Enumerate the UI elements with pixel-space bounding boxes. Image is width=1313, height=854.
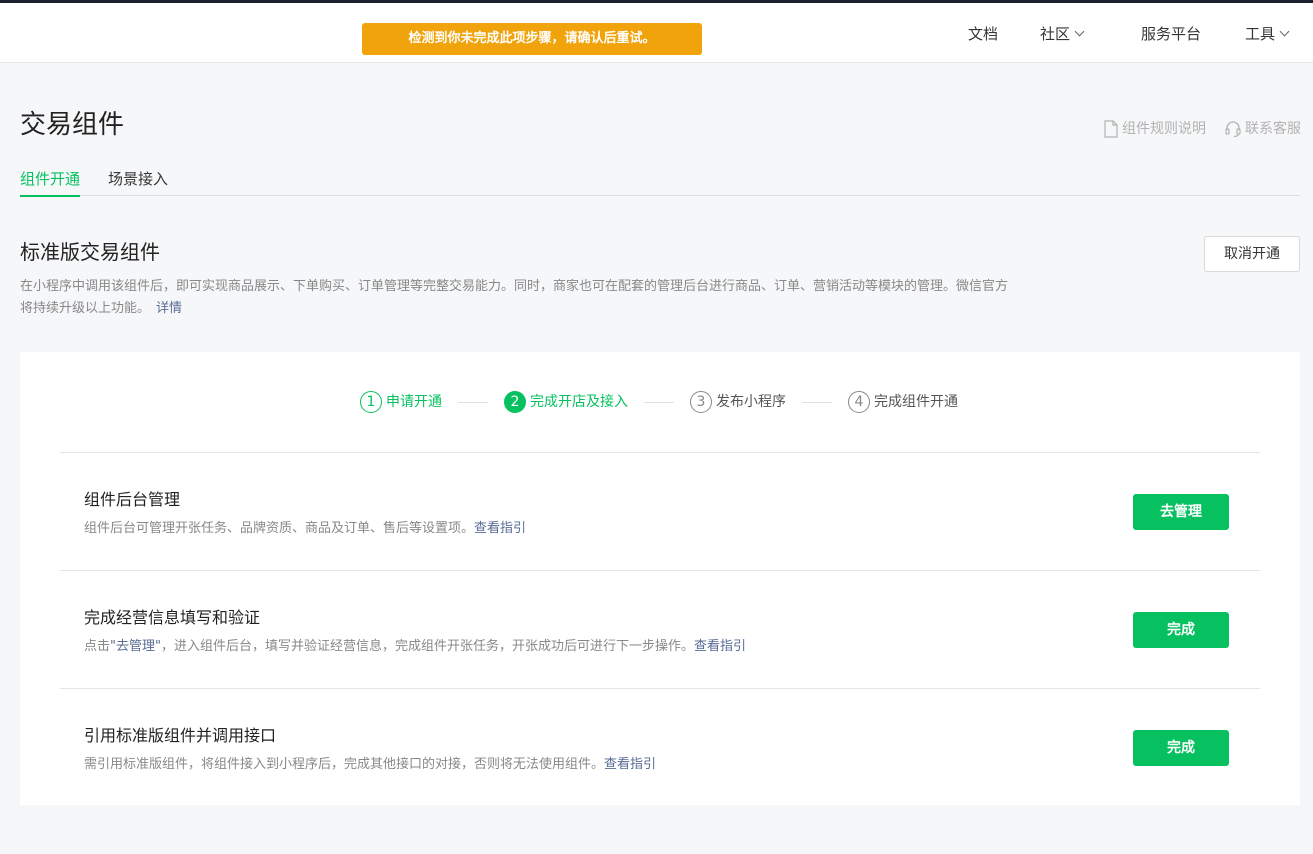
step-connector	[644, 401, 674, 403]
support-link-label: 联系客服	[1245, 121, 1301, 137]
step-connector	[458, 401, 488, 403]
complete-button[interactable]: 完成	[1133, 730, 1229, 766]
rules-link-label: 组件规则说明	[1122, 121, 1206, 137]
task-description: 组件后台可管理开张任务、品牌资质、商品及订单、售后等设置项。查看指引	[84, 519, 526, 539]
step-label: 申请开通	[386, 394, 442, 410]
task-desc-highlight: "去管理"	[110, 639, 161, 654]
details-link[interactable]: 详情	[156, 301, 182, 316]
step-number: 3	[690, 391, 712, 413]
step-1: 1 申请开通	[360, 390, 442, 414]
task-description: 点击"去管理"，进入组件后台，填写并验证经营信息，完成组件开张任务，开张成功后可…	[84, 637, 746, 657]
view-guide-link[interactable]: 查看指引	[604, 757, 656, 772]
task-business-info: 完成经营信息填写和验证 点击"去管理"，进入组件后台，填写并验证经营信息，完成组…	[60, 570, 1260, 688]
step-2: 2 完成开店及接入	[504, 390, 628, 414]
tab-scene-access[interactable]: 场景接入	[108, 169, 168, 195]
warning-toast: 检测到你未完成此项步骤，请确认后重试。	[362, 23, 702, 55]
task-desc-text: 需引用标准版组件，将组件接入到小程序后，完成其他接口的对接，否则将无法使用组件。	[84, 757, 605, 772]
task-integrate-component: 引用标准版组件并调用接口 需引用标准版组件，将组件接入到小程序后，完成其他接口的…	[60, 688, 1260, 806]
section-desc-line2: 将持续升级以上功能。	[20, 301, 151, 316]
step-label: 完成开店及接入	[530, 394, 628, 410]
task-desc-text: 组件后台可管理开张任务、品牌资质、商品及订单、售后等设置项。	[84, 521, 475, 536]
section-description: 在小程序中调用该组件后，即可实现商品展示、下单购买、订单管理等完整交易能力。同时…	[20, 276, 1100, 320]
step-connector	[802, 401, 832, 403]
nav-community-label: 社区	[1040, 25, 1071, 43]
rules-link[interactable]: 组件规则说明	[1103, 119, 1206, 139]
task-title: 组件后台管理	[84, 490, 181, 509]
step-3: 3 发布小程序	[690, 390, 786, 414]
nav-community[interactable]: 社区	[1040, 23, 1085, 45]
step-number: 2	[504, 391, 526, 413]
nav-tools[interactable]: 工具	[1245, 23, 1290, 45]
page-title: 交易组件	[20, 110, 125, 140]
chevron-down-icon	[1279, 26, 1290, 37]
view-guide-link[interactable]: 查看指引	[694, 639, 746, 654]
complete-button[interactable]: 完成	[1133, 612, 1229, 648]
task-title: 完成经营信息填写和验证	[84, 608, 261, 627]
step-label: 完成组件开通	[874, 394, 958, 410]
section-title: 标准版交易组件	[20, 240, 160, 264]
cancel-activation-button[interactable]: 取消开通	[1204, 236, 1300, 272]
step-number: 1	[360, 391, 382, 413]
step-number: 4	[848, 391, 870, 413]
tab-bar: 组件开通 场景接入	[20, 166, 1300, 197]
top-bar: 检测到你未完成此项步骤，请确认后重试。 文档 社区 服务平台 工具	[0, 3, 1313, 63]
support-link[interactable]: 联系客服	[1224, 119, 1301, 139]
nav-tools-label: 工具	[1245, 25, 1276, 43]
section-desc-line1: 在小程序中调用该组件后，即可实现商品展示、下单购买、订单管理等完整交易能力。同时…	[20, 279, 1009, 294]
step-label: 发布小程序	[716, 394, 786, 410]
task-backend-management: 组件后台管理 组件后台可管理开张任务、品牌资质、商品及订单、售后等设置项。查看指…	[60, 452, 1260, 570]
go-manage-button[interactable]: 去管理	[1133, 494, 1229, 530]
task-title: 引用标准版组件并调用接口	[84, 726, 277, 745]
nav-docs[interactable]: 文档	[968, 23, 998, 45]
task-desc-suffix: ，进入组件后台，填写并验证经营信息，完成组件开张任务，开张成功后可进行下一步操作…	[160, 639, 694, 654]
step-indicator: 1 申请开通 2 完成开店及接入 3 发布小程序 4 完成组件开通	[360, 390, 958, 414]
tab-component-activation[interactable]: 组件开通	[20, 169, 81, 197]
step-4: 4 完成组件开通	[848, 390, 958, 414]
section-desc-line2-row: 将持续升级以上功能。 详情	[20, 298, 1100, 320]
chevron-down-icon	[1074, 26, 1085, 37]
headset-icon	[1225, 121, 1241, 138]
task-desc-prefix: 点击	[84, 639, 111, 654]
task-description: 需引用标准版组件，将组件接入到小程序后，完成其他接口的对接，否则将无法使用组件。…	[84, 755, 656, 775]
progress-card: 1 申请开通 2 完成开店及接入 3 发布小程序 4 完成组件开通 组件后台管理…	[20, 352, 1300, 805]
document-icon	[1104, 120, 1118, 138]
nav-service-platform[interactable]: 服务平台	[1141, 23, 1201, 45]
view-guide-link[interactable]: 查看指引	[474, 521, 526, 536]
